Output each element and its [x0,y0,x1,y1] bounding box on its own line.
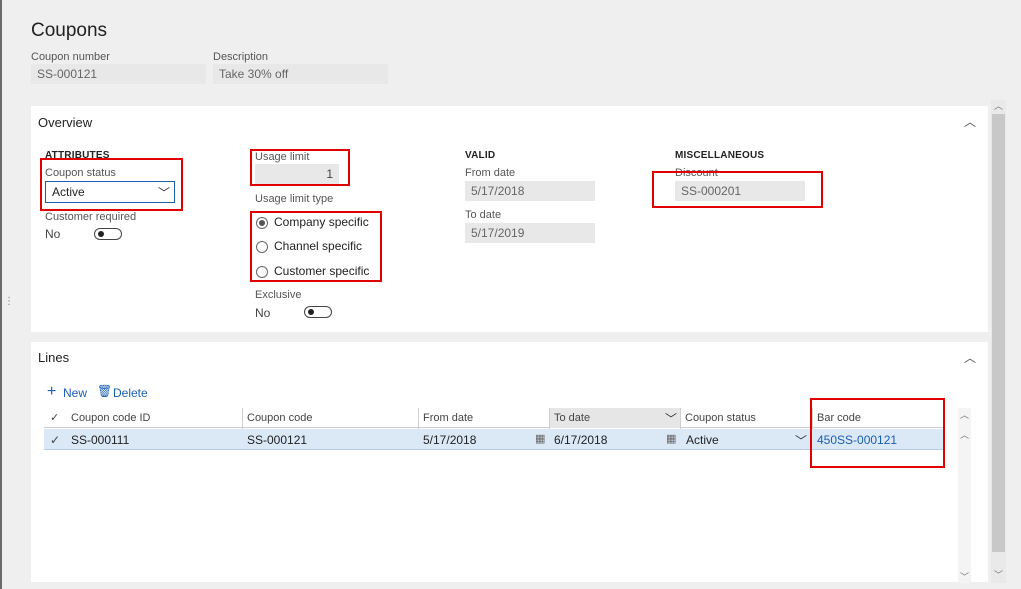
highlight-coupon-status [40,158,183,211]
customer-required-label: Customer required [45,211,137,223]
cell-coupon-status[interactable]: Active [686,433,719,447]
customer-required-value: No [45,227,61,241]
grid-scroll-up-icon[interactable]: ︿ [960,428,969,441]
page-scrollbar-thumb[interactable] [992,114,1005,552]
collapse-lines-chevron-up-icon[interactable]: ︿ [964,349,976,366]
grid-scroll-down-icon[interactable]: ﹀ [960,570,969,583]
grid-header-row [44,408,943,428]
coupon-number-field[interactable]: SS-000121 [31,64,206,84]
coupon-number-label: Coupon number [31,51,110,63]
delete-button[interactable]: Delete [113,386,148,400]
collapse-overview-chevron-up-icon[interactable]: ︿ [964,113,976,130]
valid-heading: VALID [465,150,496,161]
calendar-icon[interactable]: ▦ [535,432,545,445]
lines-title[interactable]: Lines [38,350,69,365]
col-from-date[interactable]: From date [423,412,473,424]
select-all-checkmark-icon[interactable]: ✓ [50,411,59,424]
exclusive-label: Exclusive [255,289,302,301]
customer-required-toggle[interactable] [94,228,122,240]
overview-card [31,106,988,332]
calendar-icon[interactable]: ▦ [666,432,676,445]
exclusive-toggle[interactable] [304,306,332,318]
page-title: Coupons [31,20,108,41]
col-coupon-code-id[interactable]: Coupon code ID [71,412,151,424]
status-chevron-down-icon[interactable]: ﹀ [795,432,807,449]
new-button[interactable]: New [63,386,87,400]
col-coupon-status[interactable]: Coupon status [685,412,756,424]
col-to-date[interactable]: To date [554,412,590,424]
cell-to-date[interactable]: 6/17/2018 [554,433,607,447]
table-row[interactable] [44,429,943,450]
plus-icon[interactable]: + [47,384,56,400]
row-checkmark-icon[interactable]: ✓ [50,433,60,447]
cell-from-date[interactable]: 5/17/2018 [423,433,476,447]
grid-scroll-up-icon[interactable]: ︿ [960,408,969,421]
usage-limit-type-label: Usage limit type [255,193,334,205]
toggle-knob [98,231,104,237]
to-date-label: To date [465,209,502,221]
trash-icon[interactable]: 🗑 [97,384,112,398]
page-scroll-down-icon[interactable]: ﹀ [994,568,1003,581]
toggle-knob [308,309,314,315]
exclusive-value: No [255,306,271,320]
highlight-bar-code [810,398,945,468]
description-label: Description [213,51,269,63]
miscellaneous-heading: MISCELLANEOUS [675,150,765,161]
resize-grip-icon[interactable]: ⋮ [4,297,14,307]
overview-title[interactable]: Overview [38,115,92,130]
sort-chevron-down-icon[interactable]: ﹀ [665,410,677,427]
from-date-field[interactable]: 5/17/2018 [465,181,595,201]
col-coupon-code[interactable]: Coupon code [247,412,312,424]
highlight-usage-limit [250,149,350,186]
description-field[interactable]: Take 30% off [213,64,388,84]
from-date-label: From date [465,167,516,179]
highlight-discount [652,171,823,208]
cell-coupon-code-id[interactable]: SS-000111 [71,433,129,447]
window-left-edge [0,0,2,589]
page-scroll-up-icon[interactable]: ︿ [994,99,1003,112]
to-date-field[interactable]: 5/17/2019 [465,223,595,243]
highlight-usage-limit-type [250,211,382,282]
cell-coupon-code[interactable]: SS-000121 [247,433,307,447]
